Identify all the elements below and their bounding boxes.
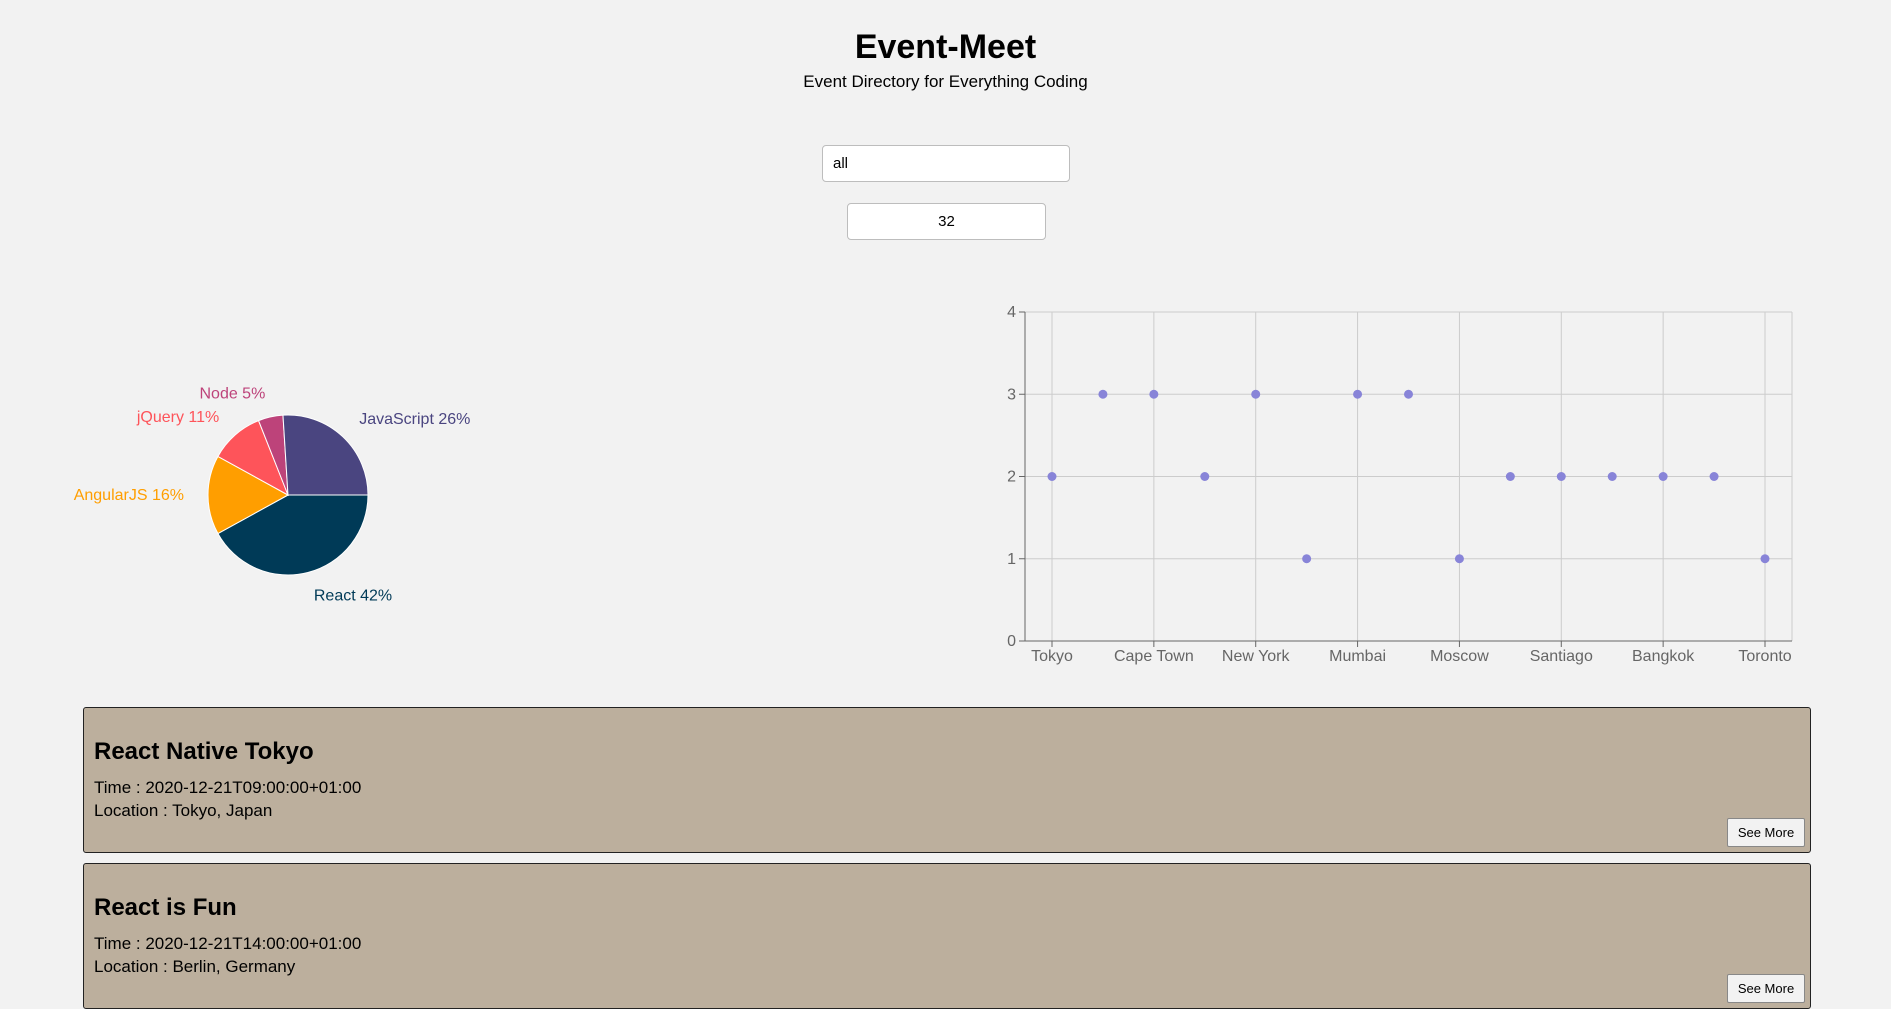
scatter-point: [1404, 389, 1413, 399]
pie-label-javascript: JavaScript 26%: [359, 411, 470, 428]
event-location: Location : Tokyo, Japan: [94, 801, 273, 820]
x-tick-label: Mumbai: [1329, 648, 1386, 665]
y-tick-label: 3: [1007, 386, 1016, 403]
x-tick-label: Tokyo: [1031, 648, 1073, 665]
scatter-point: [1760, 554, 1770, 564]
scatter-point: [1353, 389, 1363, 399]
scatter-point: [1200, 472, 1210, 481]
y-tick-label: 0: [1007, 633, 1016, 650]
city-scatter-chart: 0 1 2 3 4 Tokyo Cape Town New York Mumbai Moscow S…: [1007, 304, 1793, 665]
x-tick-label: Santiago: [1530, 648, 1593, 665]
page-subtitle: Event Directory for Everything Coding: [803, 72, 1088, 91]
event-name: React is Fun: [94, 894, 237, 921]
city-search-input[interactable]: [822, 145, 1070, 182]
x-tick-label: Bangkok: [1632, 648, 1695, 665]
page-title: Event-Meet: [854, 28, 1037, 66]
event-name: React Native Tokyo: [94, 738, 314, 765]
scatter-point: [1454, 554, 1464, 564]
pie-label-jquery: jQuery 11%: [136, 409, 219, 426]
x-tick-label: Moscow: [1430, 648, 1489, 665]
x-tick-label: Cape Town: [1114, 648, 1194, 665]
scatter-point: [1149, 389, 1159, 399]
scatter-point: [1658, 472, 1668, 481]
event-count-input[interactable]: [847, 203, 1046, 240]
scatter-point: [1302, 554, 1312, 564]
pie-label-angularjs: AngularJS 16%: [74, 487, 184, 504]
x-tick-label: Toronto: [1738, 648, 1791, 665]
pie-label-react: React 42%: [314, 588, 392, 605]
see-more-button[interactable]: See More: [1727, 974, 1805, 1003]
see-more-button[interactable]: See More: [1727, 818, 1805, 847]
genre-pie-chart: React 42% AngularJS 16% jQuery 11% Node 5% J…: [74, 386, 471, 605]
y-tick-label: 4: [1007, 304, 1016, 321]
event-card: React Native Tokyo Time : 2020-12-21T09:…: [83, 707, 1811, 853]
scatter-point: [1251, 389, 1261, 399]
scatter-point: [1505, 472, 1515, 481]
y-tick-label: 2: [1007, 469, 1016, 486]
scatter-point: [1098, 389, 1108, 399]
event-time: Time : 2020-12-21T09:00:00+01:00: [94, 778, 362, 797]
scatter-point: [1047, 472, 1057, 481]
scatter-point: [1607, 472, 1617, 481]
event-location: Location : Berlin, Germany: [94, 957, 296, 976]
scatter-point: [1556, 472, 1566, 481]
scatter-point: [1709, 472, 1719, 481]
x-tick-label: New York: [1222, 648, 1291, 665]
y-tick-label: 1: [1007, 551, 1016, 568]
event-card: React is Fun Time : 2020-12-21T14:00:00+…: [83, 863, 1811, 1009]
pie-slice-javascript: [282, 414, 369, 496]
event-time: Time : 2020-12-21T14:00:00+01:00: [94, 934, 362, 953]
pie-label-node: Node 5%: [199, 386, 265, 403]
